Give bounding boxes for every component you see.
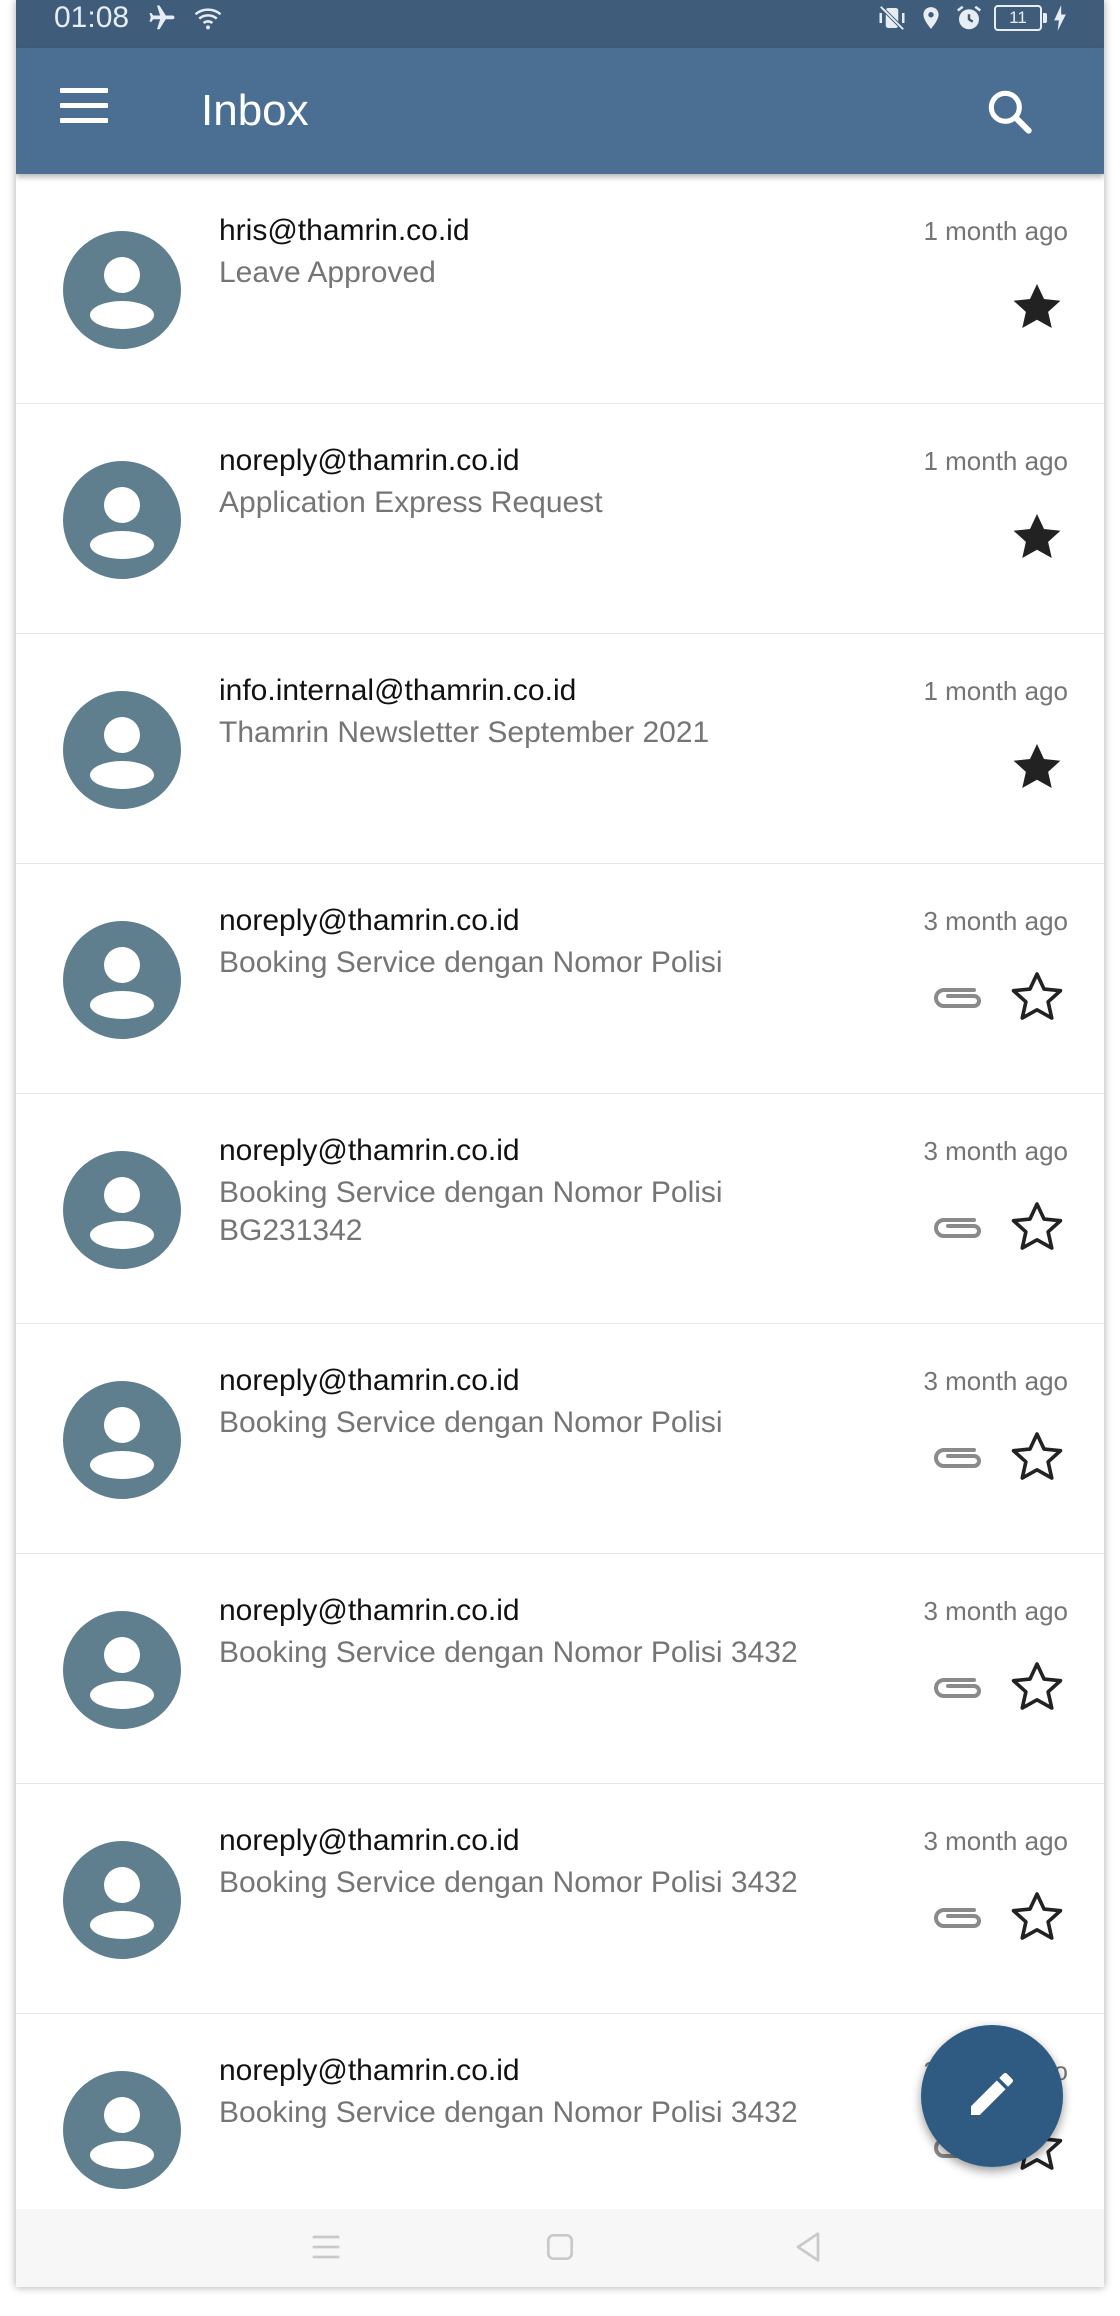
star-outline-icon[interactable] <box>1008 1428 1066 1486</box>
email-sender: noreply@thamrin.co.id <box>219 904 520 937</box>
email-list[interactable]: hris@thamrin.co.id Leave Approved 1 month … <box>16 174 1104 2244</box>
wifi-icon <box>190 3 226 33</box>
status-bar: 01:08 11 <box>16 0 1104 48</box>
menu-icon[interactable] <box>60 88 108 136</box>
charging-icon <box>1052 4 1068 32</box>
search-icon[interactable] <box>982 84 1038 140</box>
star-filled-icon[interactable] <box>1008 738 1066 796</box>
avatar <box>63 1841 181 1959</box>
email-list-item[interactable]: noreply@thamrin.co.id Application Express… <box>16 404 1104 634</box>
back-icon[interactable] <box>788 2227 828 2267</box>
email-subject: Thamrin Newsletter September 2021 <box>219 716 710 749</box>
email-subject: Booking Service dengan Nomor Polisi 3432 <box>219 1636 798 1669</box>
phone-screen: 01:08 11 Inbox hris@thamrin.co.id Leave … <box>16 0 1104 2287</box>
email-time: 1 month ago <box>923 676 1068 706</box>
battery-indicator: 11 <box>994 5 1047 31</box>
email-subject: Application Express Request <box>219 486 603 519</box>
email-list-item[interactable]: noreply@thamrin.co.id Booking Service den… <box>16 1094 1104 1324</box>
alarm-icon <box>954 3 984 33</box>
avatar <box>63 1381 181 1499</box>
home-icon[interactable] <box>540 2227 580 2267</box>
avatar <box>63 461 181 579</box>
avatar <box>63 921 181 1039</box>
email-subject: Leave Approved <box>219 256 436 289</box>
email-time: 1 month ago <box>923 446 1068 476</box>
vibrate-off-icon <box>876 3 908 33</box>
email-time: 3 month ago <box>923 1826 1068 1856</box>
email-time: 3 month ago <box>923 1366 1068 1396</box>
page-title: Inbox <box>201 86 309 135</box>
attachment-icon <box>930 980 986 1014</box>
email-list-item[interactable]: noreply@thamrin.co.id Booking Service den… <box>16 1554 1104 1784</box>
compose-button[interactable] <box>921 2025 1063 2167</box>
avatar <box>63 1611 181 1729</box>
attachment-icon <box>930 1210 986 1244</box>
star-filled-icon[interactable] <box>1008 278 1066 336</box>
star-outline-icon[interactable] <box>1008 1888 1066 1946</box>
email-time: 3 month ago <box>923 1596 1068 1626</box>
avatar <box>63 231 181 349</box>
email-list-item[interactable]: info.internal@thamrin.co.id Thamrin Newsl… <box>16 634 1104 864</box>
email-sender: noreply@thamrin.co.id <box>219 2054 520 2087</box>
star-outline-icon[interactable] <box>1008 1658 1066 1716</box>
avatar <box>63 1151 181 1269</box>
email-subject: Booking Service dengan Nomor Polisi 3432 <box>219 1866 798 1899</box>
email-subject: Booking Service dengan Nomor Polisi 3432 <box>219 2096 798 2129</box>
email-time: 3 month ago <box>923 906 1068 936</box>
email-subject: Booking Service dengan Nomor Polisi <box>219 946 723 979</box>
attachment-icon <box>930 1440 986 1474</box>
email-list-item[interactable]: noreply@thamrin.co.id Booking Service den… <box>16 1784 1104 2014</box>
email-subject: Booking Service dengan Nomor Polisi BG23… <box>219 1176 723 1247</box>
attachment-icon <box>930 1900 986 1934</box>
system-nav-bar <box>16 2209 1104 2287</box>
email-list-item[interactable]: noreply@thamrin.co.id Booking Service den… <box>16 864 1104 1094</box>
email-subject: Booking Service dengan Nomor Polisi <box>219 1406 723 1439</box>
email-sender: noreply@thamrin.co.id <box>219 1594 520 1627</box>
star-outline-icon[interactable] <box>1008 968 1066 1026</box>
star-outline-icon[interactable] <box>1008 1198 1066 1256</box>
email-sender: noreply@thamrin.co.id <box>219 1364 520 1397</box>
email-time: 1 month ago <box>923 216 1068 246</box>
avatar <box>63 2071 181 2189</box>
email-sender: info.internal@thamrin.co.id <box>219 674 577 707</box>
email-sender: noreply@thamrin.co.id <box>219 1134 520 1167</box>
airplane-mode-icon <box>144 3 180 33</box>
pencil-icon <box>964 2066 1020 2127</box>
email-time: 3 month ago <box>923 1136 1068 1166</box>
email-sender: noreply@thamrin.co.id <box>219 444 520 477</box>
star-filled-icon[interactable] <box>1008 508 1066 566</box>
app-bar: Inbox <box>16 48 1104 174</box>
status-time: 01:08 <box>54 1 130 34</box>
location-icon <box>918 3 944 33</box>
email-list-item[interactable]: hris@thamrin.co.id Leave Approved 1 month … <box>16 174 1104 404</box>
recents-icon[interactable] <box>306 2227 346 2267</box>
email-sender: noreply@thamrin.co.id <box>219 1824 520 1857</box>
email-list-item[interactable]: noreply@thamrin.co.id Booking Service den… <box>16 1324 1104 1554</box>
email-sender: hris@thamrin.co.id <box>219 214 470 247</box>
avatar <box>63 691 181 809</box>
attachment-icon <box>930 1670 986 1704</box>
